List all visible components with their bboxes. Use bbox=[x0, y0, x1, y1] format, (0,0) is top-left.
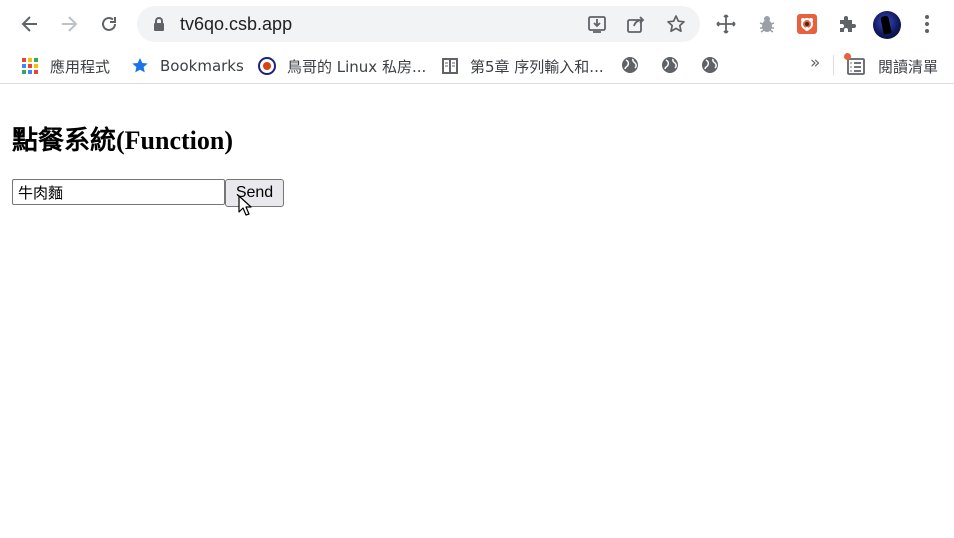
bookmark-label: Bookmarks bbox=[160, 57, 244, 75]
bookmark-label: 第5章 序列輸入和... bbox=[470, 57, 604, 76]
globe-icon[interactable] bbox=[621, 56, 639, 74]
reload-icon bbox=[102, 16, 116, 31]
profile-avatar[interactable] bbox=[873, 11, 901, 39]
forward-button[interactable] bbox=[53, 8, 85, 40]
arrow-right-icon bbox=[62, 16, 78, 32]
install-app-icon[interactable] bbox=[586, 14, 608, 34]
bug-extension-icon[interactable] bbox=[755, 12, 779, 36]
back-button[interactable] bbox=[14, 8, 46, 40]
site-favicon-icon bbox=[258, 57, 276, 75]
bookmarks-divider bbox=[833, 55, 834, 75]
reload-button[interactable] bbox=[93, 8, 125, 40]
more-menu-icon[interactable] bbox=[915, 12, 939, 36]
share-icon[interactable] bbox=[625, 14, 647, 34]
reading-list-button[interactable]: 閱讀清單 bbox=[844, 53, 939, 77]
reading-list-label: 閱讀清單 bbox=[878, 57, 939, 76]
bookmark-star-icon[interactable] bbox=[665, 14, 687, 34]
bookmark-chapter5[interactable]: 第5章 序列輸入和... bbox=[441, 55, 604, 77]
lock-icon bbox=[154, 17, 164, 31]
orange-extension-icon[interactable] bbox=[795, 12, 819, 36]
send-button[interactable]: Send bbox=[225, 179, 284, 207]
extensions-puzzle-icon[interactable] bbox=[835, 12, 859, 36]
order-input[interactable] bbox=[12, 179, 225, 205]
arrow-left-icon bbox=[21, 16, 37, 32]
bookmark-label: 應用程式 bbox=[50, 57, 111, 76]
address-bar[interactable]: tv6qo.csb.app bbox=[137, 6, 700, 42]
globe-icon[interactable] bbox=[661, 56, 679, 74]
bookmark-bookmarks[interactable]: Bookmarks bbox=[131, 55, 244, 77]
url-text: tv6qo.csb.app bbox=[180, 14, 293, 34]
bookmark-apps[interactable]: 應用程式 bbox=[21, 55, 110, 77]
reading-list-icon bbox=[844, 53, 866, 76]
move-extension-icon[interactable] bbox=[714, 12, 738, 36]
bookmark-label: 鳥哥的 Linux 私房... bbox=[287, 57, 427, 76]
browser-toolbar: tv6qo.csb.app bbox=[0, 0, 954, 48]
globe-icon[interactable] bbox=[701, 56, 719, 74]
book-icon bbox=[441, 57, 459, 75]
bookmark-vbird[interactable]: 鳥哥的 Linux 私房... bbox=[258, 55, 426, 77]
mouse-cursor-icon bbox=[238, 195, 252, 216]
page-content: 點餐系統(Function) Send bbox=[0, 88, 954, 538]
star-icon bbox=[131, 57, 149, 75]
apps-grid-icon bbox=[21, 57, 39, 75]
more-bookmarks-chevron[interactable]: » bbox=[810, 53, 820, 73]
page-title: 點餐系統(Function) bbox=[12, 126, 234, 155]
notification-dot bbox=[844, 53, 851, 60]
